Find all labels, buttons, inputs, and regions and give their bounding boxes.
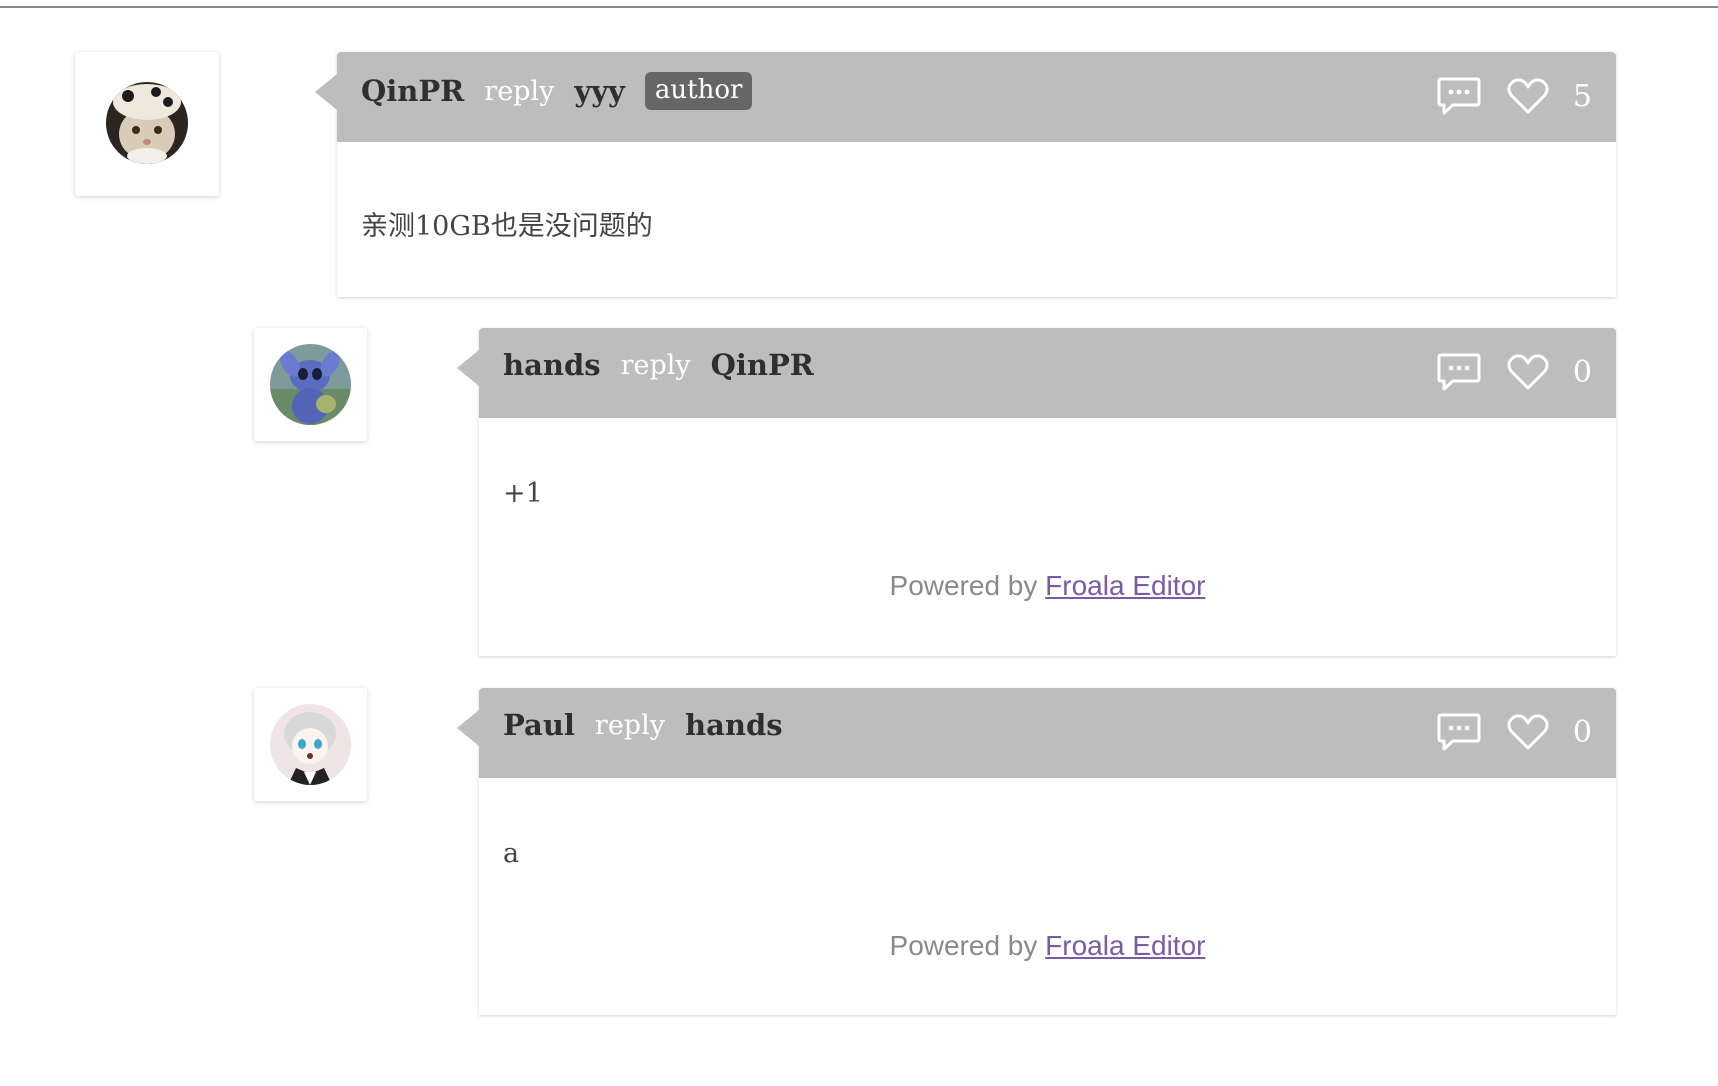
reply-label: reply <box>620 349 691 381</box>
heart-icon[interactable] <box>1507 713 1549 751</box>
comment-text: 亲测10GB也是没问题的 <box>361 211 653 242</box>
froala-editor-link[interactable]: Froala Editor <box>1045 930 1205 961</box>
speech-pointer <box>457 350 479 386</box>
comment-panel: Paul reply hands 0 a Powered by Froala E… <box>457 688 1616 1015</box>
comment-header: Paul reply hands 0 <box>457 688 1616 778</box>
comment-text: a <box>503 838 520 869</box>
avatar-card <box>75 52 219 196</box>
powered-by-prefix: Powered by <box>889 570 1038 601</box>
stitch-avatar[interactable] <box>270 344 351 425</box>
reply-target[interactable]: QinPR <box>711 348 814 382</box>
powered-by: Powered by Froala Editor <box>479 570 1616 602</box>
reply-target[interactable]: hands <box>685 708 783 742</box>
avatar-card <box>254 688 367 801</box>
froala-editor-link[interactable]: Froala Editor <box>1045 570 1205 601</box>
reply-comment-icon[interactable] <box>1437 352 1481 392</box>
comment-author[interactable]: QinPR <box>361 74 464 108</box>
heart-icon[interactable] <box>1507 353 1549 391</box>
comment-text: +1 <box>503 478 543 509</box>
like-count: 0 <box>1572 714 1592 750</box>
powered-by: Powered by Froala Editor <box>479 930 1616 962</box>
comment-author[interactable]: hands <box>503 348 601 382</box>
reply-label: reply <box>484 75 555 107</box>
cat-avatar[interactable] <box>106 82 188 164</box>
anime-avatar[interactable] <box>270 704 351 785</box>
speech-pointer <box>315 74 337 110</box>
powered-by-prefix: Powered by <box>889 930 1038 961</box>
comment-panel: QinPR reply yyy author 5 亲测10GB也是没问题的 <box>315 52 1616 297</box>
reply-target[interactable]: yyy <box>574 74 625 108</box>
like-count: 5 <box>1572 78 1592 114</box>
top-divider <box>0 6 1718 8</box>
reply-comment-icon[interactable] <box>1437 712 1481 752</box>
comment-header: hands reply QinPR 0 <box>457 328 1616 418</box>
comment-header: QinPR reply yyy author 5 <box>315 52 1616 142</box>
reply-comment-icon[interactable] <box>1437 76 1481 116</box>
speech-pointer <box>457 710 479 746</box>
comment-panel: hands reply QinPR 0 +1 Powered by Froala… <box>457 328 1616 656</box>
author-badge: author <box>644 72 753 110</box>
reply-label: reply <box>594 709 665 741</box>
like-count: 0 <box>1572 354 1592 390</box>
comment-author[interactable]: Paul <box>503 708 575 742</box>
heart-icon[interactable] <box>1507 77 1549 115</box>
avatar-card <box>254 328 367 441</box>
